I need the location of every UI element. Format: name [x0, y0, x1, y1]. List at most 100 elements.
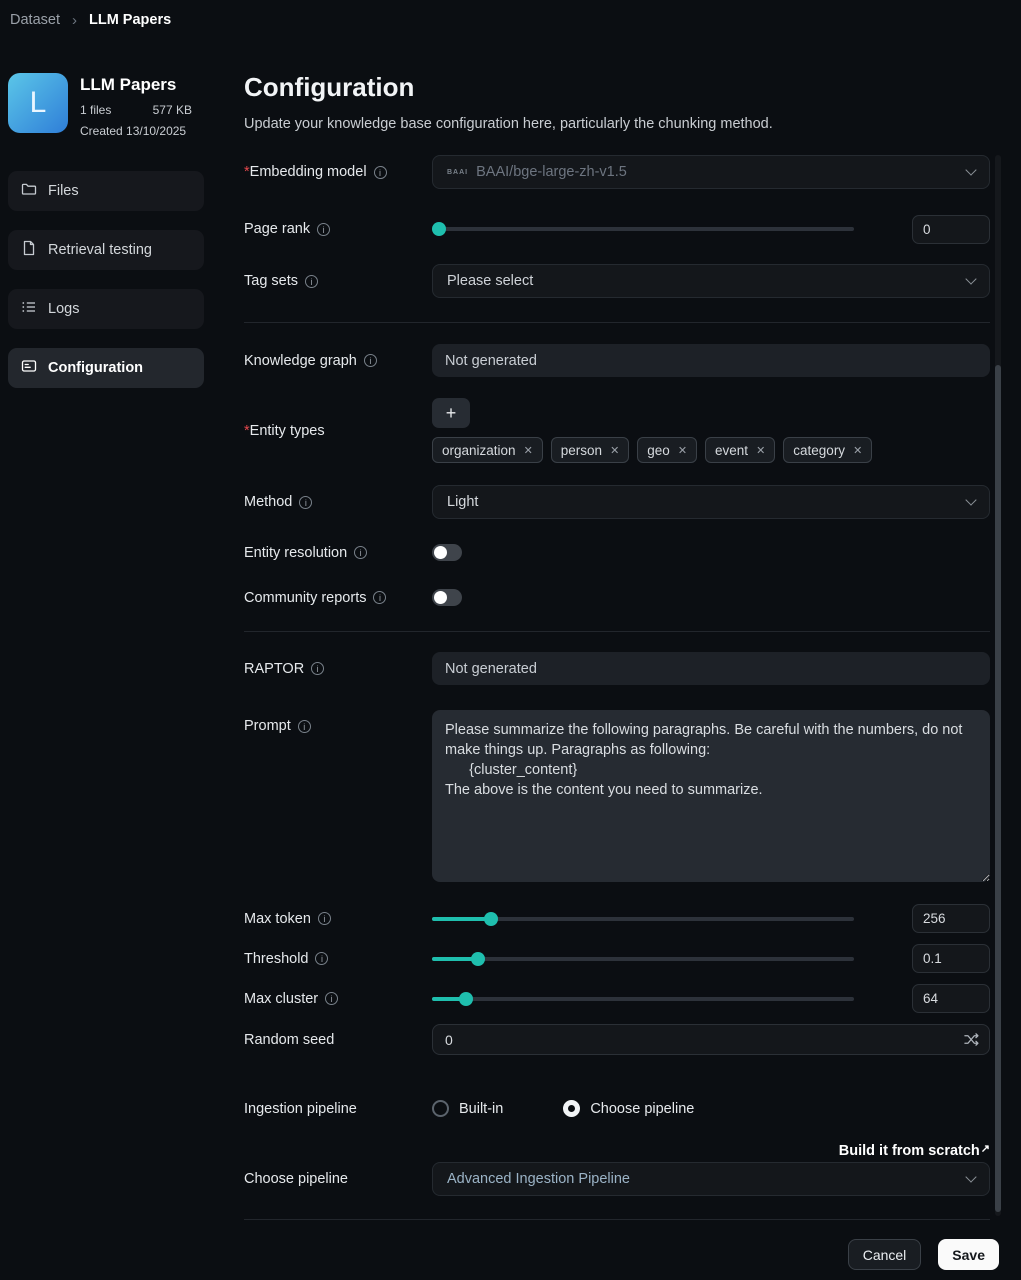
list-icon — [21, 299, 37, 319]
page-rank-label: Page rank i — [244, 221, 432, 237]
community-reports-toggle[interactable] — [432, 589, 462, 606]
max-cluster-label: Max cluster i — [244, 991, 432, 1007]
random-seed-input[interactable] — [432, 1024, 990, 1055]
slider-track — [432, 997, 854, 1001]
radio-built-in[interactable]: Built-in — [432, 1100, 503, 1117]
sidebar-item-label: Files — [48, 183, 79, 199]
knowledge-graph-status: Not generated — [432, 344, 990, 377]
page-rank-slider[interactable] — [432, 221, 854, 237]
sidebar-item-label: Retrieval testing — [48, 242, 152, 258]
slider-handle[interactable] — [459, 992, 473, 1006]
community-reports-row: Community reports i — [244, 589, 990, 606]
threshold-row: Threshold i — [244, 944, 990, 973]
prompt-textarea[interactable]: Please summarize the following paragraph… — [432, 710, 990, 882]
community-reports-label: Community reports i — [244, 590, 432, 606]
close-icon[interactable]: ✕ — [853, 444, 862, 457]
breadcrumb-dataset-link[interactable]: Dataset — [10, 12, 60, 28]
add-entity-type-button[interactable]: + — [432, 398, 470, 428]
tag-sets-placeholder: Please select — [447, 273, 533, 289]
info-icon[interactable]: i — [315, 952, 328, 965]
shuffle-icon[interactable] — [964, 1032, 979, 1047]
max-cluster-slider[interactable] — [432, 991, 854, 1007]
max-token-input[interactable] — [912, 904, 990, 933]
entity-type-chip: person✕ — [551, 437, 630, 463]
max-cluster-row: Max cluster i — [244, 984, 990, 1013]
info-icon[interactable]: i — [373, 591, 386, 604]
dataset-stats: 1 files 577 KB — [80, 103, 192, 117]
info-icon[interactable]: i — [298, 720, 311, 733]
radio-choose-pipeline[interactable]: Choose pipeline — [563, 1100, 694, 1117]
scrollbar-track[interactable] — [995, 155, 1001, 1216]
info-icon[interactable]: i — [299, 496, 312, 509]
cancel-button[interactable]: Cancel — [848, 1239, 922, 1270]
ingestion-pipeline-label: Ingestion pipeline — [244, 1101, 432, 1117]
info-icon[interactable]: i — [364, 354, 377, 367]
footer-divider — [244, 1219, 990, 1220]
page-title: Configuration — [244, 72, 990, 103]
entity-type-chips: organization✕ person✕ geo✕ event✕ catego… — [432, 437, 990, 463]
raptor-status: Not generated — [432, 652, 990, 685]
page-rank-input[interactable] — [912, 215, 990, 244]
method-select[interactable]: Light — [432, 485, 990, 519]
close-icon[interactable]: ✕ — [610, 444, 619, 457]
toggle-knob — [434, 591, 447, 604]
chevron-right-icon: › — [72, 13, 77, 28]
breadcrumb: Dataset › LLM Papers — [10, 12, 171, 28]
slider-handle[interactable] — [432, 222, 446, 236]
embedding-model-select[interactable]: BAAIBAAI/bge-large-zh-v1.5 — [432, 155, 990, 189]
embedding-model-row: *Embedding model i BAAIBAAI/bge-large-zh… — [244, 155, 990, 189]
dataset-meta: LLM Papers 1 files 577 KB Created 13/10/… — [80, 73, 204, 138]
sidebar-menu: Files Retrieval testing Logs Configurati… — [8, 171, 204, 388]
tag-sets-row: Tag sets i Please select — [244, 264, 990, 298]
info-icon[interactable]: i — [374, 166, 387, 179]
entity-types-label: *Entity types — [244, 423, 432, 439]
info-icon[interactable]: i — [354, 546, 367, 559]
info-icon[interactable]: i — [311, 662, 324, 675]
entity-types-row: *Entity types + organization✕ person✕ ge… — [244, 398, 990, 463]
close-icon[interactable]: ✕ — [524, 444, 533, 457]
info-icon[interactable]: i — [317, 223, 330, 236]
tag-sets-label: Tag sets i — [244, 273, 432, 289]
chevron-down-icon — [965, 164, 976, 175]
section-divider — [244, 322, 990, 323]
dataset-files-count: 1 files — [80, 103, 111, 117]
info-icon[interactable]: i — [325, 992, 338, 1005]
slider-handle[interactable] — [471, 952, 485, 966]
choose-pipeline-select[interactable]: Advanced Ingestion Pipeline — [432, 1162, 990, 1196]
prompt-row: Prompt i Please summarize the following … — [244, 710, 990, 887]
max-cluster-input[interactable] — [912, 984, 990, 1013]
chevron-down-icon — [965, 1171, 976, 1182]
threshold-input[interactable] — [912, 944, 990, 973]
threshold-slider[interactable] — [432, 951, 854, 967]
save-button[interactable]: Save — [938, 1239, 999, 1270]
section-divider — [244, 631, 990, 632]
tag-sets-select[interactable]: Please select — [432, 264, 990, 298]
build-from-scratch-link[interactable]: Build it from scratch↗ — [839, 1143, 990, 1159]
info-icon[interactable]: i — [318, 912, 331, 925]
slider-track — [432, 227, 854, 231]
slider-handle[interactable] — [484, 912, 498, 926]
chevron-down-icon — [965, 494, 976, 505]
configuration-panel: Configuration Update your knowledge base… — [244, 64, 990, 1220]
sidebar-item-logs[interactable]: Logs — [8, 289, 204, 329]
sidebar-item-files[interactable]: Files — [8, 171, 204, 211]
info-icon[interactable]: i — [305, 275, 318, 288]
entity-resolution-toggle[interactable] — [432, 544, 462, 561]
embedding-model-value: BAAI/bge-large-zh-v1.5 — [476, 164, 627, 180]
close-icon[interactable]: ✕ — [678, 444, 687, 457]
method-row: Method i Light — [244, 485, 990, 519]
file-icon — [21, 240, 37, 260]
folder-icon — [21, 181, 37, 201]
sidebar-item-retrieval-testing[interactable]: Retrieval testing — [8, 230, 204, 270]
sidebar: L LLM Papers 1 files 577 KB Created 13/1… — [8, 73, 204, 388]
slider-fill — [432, 917, 491, 921]
radio-icon — [563, 1100, 580, 1117]
max-token-slider[interactable] — [432, 911, 854, 927]
sidebar-item-configuration[interactable]: Configuration — [8, 348, 204, 388]
radio-label: Built-in — [459, 1101, 503, 1117]
dataset-header: L LLM Papers 1 files 577 KB Created 13/1… — [8, 73, 204, 138]
scrollbar-thumb[interactable] — [995, 365, 1001, 1212]
close-icon[interactable]: ✕ — [756, 444, 765, 457]
entity-type-chip: category✕ — [783, 437, 872, 463]
max-token-row: Max token i — [244, 904, 990, 933]
